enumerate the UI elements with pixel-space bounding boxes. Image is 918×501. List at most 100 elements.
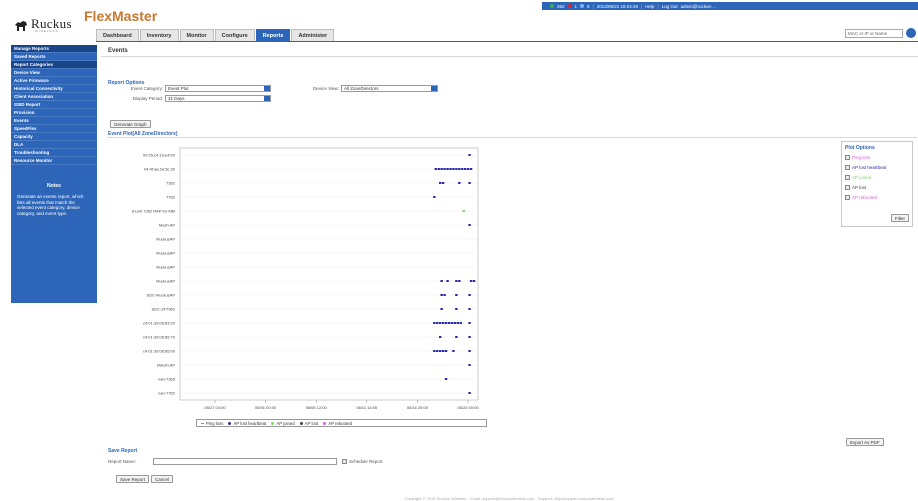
app-title: FlexMaster — [84, 8, 158, 24]
main-tabs: Dashboard Inventory Monitor Configure Re… — [96, 29, 335, 41]
tab-administer[interactable]: Administer — [291, 29, 335, 41]
sidebar-item-speedflex[interactable]: SpeedFlex — [11, 125, 97, 133]
red-count[interactable]: 1 — [575, 4, 578, 9]
legend-item-ap-joined: AP joined — [271, 420, 295, 426]
logout-link[interactable]: Log Out — [662, 4, 678, 9]
report-name-label: Report Name: — [108, 459, 137, 464]
status-separator: | — [592, 3, 594, 9]
device-view-value: All ZoneDirectors — [344, 86, 379, 91]
green-status-icon[interactable] — [550, 4, 554, 8]
legend-item-ping-loss: Ping loss — [201, 421, 223, 426]
dropdown-arrow-icon[interactable] — [431, 86, 437, 91]
plot-option-ap-lost-heartbeat[interactable]: AP lost heartbeat — [845, 165, 886, 170]
blue-status-icon[interactable] — [580, 4, 585, 8]
tab-dashboard[interactable]: Dashboard — [96, 29, 139, 41]
plot-option-checkbox[interactable] — [845, 155, 850, 160]
plot-option-ap-lost[interactable]: AP lost — [845, 185, 866, 190]
event-category-value: Event Plot — [168, 86, 189, 91]
sidebar-item-troubleshooting[interactable]: Troubleshooting — [11, 149, 97, 157]
legend-marker-ap-rebooted — [323, 421, 327, 425]
chart-legend: Ping loss AP lost heartbeat AP joined AP… — [196, 419, 487, 427]
status-separator: | — [657, 3, 659, 9]
plot-option-ap-rebooted[interactable]: AP rebooted — [845, 195, 877, 200]
generate-graph-button[interactable]: Generate Graph — [110, 120, 151, 128]
device-view-label: Device View: — [313, 86, 339, 91]
cancel-button[interactable]: Cancel — [151, 475, 174, 483]
status-datetime: 2013/06/21 18:24:46 — [596, 3, 639, 9]
title-divider — [101, 56, 918, 57]
sidebar-item-saved-reports[interactable]: Saved Reports — [11, 53, 97, 61]
dropdown-arrow-icon[interactable] — [264, 96, 270, 101]
help-link[interactable]: Help — [645, 4, 654, 9]
plot-options-title: Plot Options — [845, 145, 875, 151]
sidebar-item-report-categories[interactable]: Report Categories — [11, 61, 97, 69]
sidebar-item-resource-monitor[interactable]: Resource Monitor — [11, 157, 97, 165]
top-bar: Ruckus WIRELESS FlexMaster 262 1 5 | 201… — [0, 0, 918, 42]
sidebar-item-manage-reports[interactable]: Manage Reports — [11, 45, 97, 53]
legend-item-ap-rebooted: AP rebooted — [323, 421, 352, 426]
sidebar-item-ssid-report[interactable]: SSID Report — [11, 101, 97, 109]
legend-marker-ping-loss — [201, 422, 204, 424]
display-period-select[interactable]: 31 Days — [165, 95, 271, 102]
display-period-label: Display Period: — [132, 96, 163, 101]
device-view-select[interactable]: All ZoneDirectors — [341, 85, 438, 92]
notes-title: Notes — [47, 183, 61, 189]
tab-configure[interactable]: Configure — [214, 29, 255, 41]
blue-count[interactable]: 5 — [587, 4, 590, 9]
sidebar-item-active-firmware[interactable]: Active Firmware — [11, 77, 97, 85]
sidebar-item-capacity[interactable]: Capacity — [11, 133, 97, 141]
ruckus-dog-icon — [15, 21, 27, 31]
page-title: Events — [108, 48, 128, 54]
status-bar: 262 1 5 | 2013/06/21 18:24:46 | Help | L… — [542, 2, 918, 10]
display-period-value: 31 Days — [168, 96, 185, 101]
sidebar-item-historical-connectivity[interactable]: Historical Connectivity — [11, 85, 97, 93]
save-report-title: Save Report — [108, 448, 138, 454]
search-icon[interactable] — [906, 28, 916, 38]
sidebar-item-device-view[interactable]: Device View — [11, 69, 97, 77]
legend-label-ap-lost-heartbeat: AP lost heartbeat — [233, 420, 267, 426]
plot-option-checkbox[interactable] — [845, 195, 850, 200]
plot-option-checkbox[interactable] — [845, 175, 850, 180]
plot-option-ap-joined[interactable]: AP joined — [845, 175, 871, 180]
tab-monitor[interactable]: Monitor — [179, 29, 214, 41]
current-user: admin@ruckus-… — [680, 3, 717, 9]
save-report-button[interactable]: Save Report — [116, 475, 150, 483]
schedule-report-checkbox[interactable] — [342, 459, 347, 464]
sidebar-item-provision[interactable]: Provision — [11, 109, 97, 117]
legend-item-ap-lost-heartbeat: AP lost heartbeat — [228, 421, 266, 426]
legend-marker-ap-joined — [271, 421, 275, 425]
sidebar: Manage Reports Saved Reports Report Cate… — [11, 45, 97, 303]
header-divider — [96, 41, 918, 42]
sidebar-item-events[interactable]: Events — [11, 117, 97, 125]
plot-option-label: AP lost — [852, 185, 867, 190]
schedule-report-label: Schedule Report — [349, 459, 383, 464]
plot-option-ping-loss[interactable]: Ping loss — [845, 155, 870, 160]
main-content: Events Report Options Event Category: Ev… — [101, 45, 918, 495]
sidebar-item-client-association[interactable]: Client Association — [11, 93, 97, 101]
search-input[interactable]: MAC or IP or Name — [845, 29, 903, 38]
plot-options-panel: Plot Options Ping loss AP lost heartbeat… — [841, 141, 913, 227]
tab-reports[interactable]: Reports — [255, 29, 291, 41]
plot-option-label: AP rebooted — [852, 195, 877, 200]
legend-label-ap-joined: AP joined — [276, 420, 295, 426]
green-count[interactable]: 262 — [557, 4, 565, 9]
filter-button[interactable]: Filter — [891, 214, 909, 222]
plot-option-checkbox[interactable] — [845, 185, 850, 190]
dropdown-arrow-icon[interactable] — [264, 86, 270, 91]
plot-option-checkbox[interactable] — [845, 165, 850, 170]
report-name-input[interactable] — [153, 458, 337, 465]
legend-item-ap-lost: AP lost — [299, 420, 319, 426]
sidebar-item-dla[interactable]: DLA — [11, 141, 97, 149]
plot-option-label: AP joined — [852, 175, 872, 180]
export-pdf-button[interactable]: Export As PDF — [846, 438, 884, 446]
schedule-report-option[interactable]: Schedule Report — [342, 459, 383, 464]
event-category-select[interactable]: Event Plot — [165, 85, 271, 92]
plot-option-label: AP lost heartbeat — [852, 165, 887, 170]
tab-inventory[interactable]: Inventory — [139, 29, 179, 41]
legend-label-ping-loss: Ping loss — [206, 420, 224, 426]
red-status-icon[interactable] — [567, 4, 572, 8]
legend-label-ap-lost: AP lost — [304, 420, 319, 426]
plot-option-label: Ping loss — [852, 155, 871, 160]
legend-marker-ap-lost — [299, 421, 303, 425]
event-plot-divider — [107, 137, 917, 138]
